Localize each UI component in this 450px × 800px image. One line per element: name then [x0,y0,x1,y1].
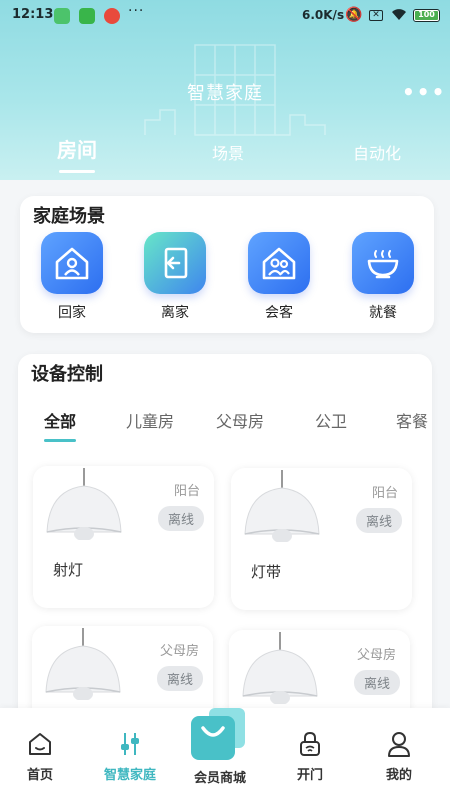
status-badge: 离线 [355,508,402,533]
battery-icon: 100 [413,9,440,22]
bowl-icon [352,232,414,294]
nav-label: 我的 [385,768,412,783]
scene-receive-guests[interactable]: 会客 [247,232,311,322]
home-person-icon [41,232,103,294]
home-scenes-card: 家庭场景 回家 离家 会客 就餐 [20,196,434,333]
room-tab-parents-room[interactable]: 父母房 [216,408,264,432]
battery-level: 100 [415,11,438,20]
mute-icon: 🔕 [345,7,363,23]
device-name: 射灯 [53,561,84,579]
nav-label: 首页 [26,768,53,783]
page-title: 智慧家庭 [187,83,263,104]
wifi-icon [392,9,406,20]
sliders-icon [121,733,139,755]
nav-label: 智慧家庭 [103,768,156,783]
device-card[interactable]: 阳台 离线 射灯 [33,466,214,608]
device-name: 灯带 [251,563,282,581]
scene-come-home[interactable]: 回家 [40,232,104,322]
device-card[interactable]: 阳台 离线 灯带 [231,468,412,610]
more-notifications-icon: ··· [128,3,145,19]
device-room: 阳台 [371,486,398,501]
scene-label: 就餐 [369,305,397,321]
nav-smart-home[interactable]: 智慧家庭 [95,730,165,783]
home-icon [29,733,51,755]
device-room: 阳台 [173,484,200,499]
weibo-app-icon [104,8,120,24]
devices-title: 设备控制 [31,364,103,385]
person-icon [388,732,410,757]
lamp-icon [46,468,122,540]
more-options-button[interactable]: ••• [402,80,446,104]
status-time: 12:13 [12,7,54,22]
network-speed: 6.0K/s [302,8,345,22]
door-exit-icon [144,232,206,294]
status-badge: 离线 [353,670,400,695]
lamp-icon [242,632,318,704]
wechat-app-icon [54,8,70,24]
lock-icon [300,731,320,756]
header: 12:13 ··· 6.0K/s 🔕 ✕ 100 智慧家庭 ••• 房间 场景 … [0,0,450,180]
scene-leave-home[interactable]: 离家 [143,232,207,322]
status-badge: 离线 [157,506,204,531]
room-tab-public-bathroom[interactable]: 公卫 [315,408,347,432]
room-tab-all[interactable]: 全部 [44,408,77,442]
tab-automation[interactable]: 自动化 [353,140,401,164]
nav-label: 开门 [296,768,323,783]
shopping-bag-icon [191,708,245,760]
no-sim-icon: ✕ [369,10,383,21]
tab-scenes[interactable]: 场景 [212,140,244,164]
scene-label: 回家 [58,305,86,321]
room-tab-living-dining[interactable]: 客餐 [396,408,428,432]
lamp-icon [45,628,121,700]
scene-dining[interactable]: 就餐 [351,232,415,322]
nav-home[interactable]: 首页 [5,730,75,783]
lamp-icon [244,470,320,542]
status-bar: 12:13 ··· 6.0K/s 🔕 ✕ 100 [0,0,450,32]
scene-label: 会客 [265,305,293,321]
nav-mine[interactable]: 我的 [364,730,434,783]
status-badge: 离线 [156,666,203,691]
bottom-nav: 首页 智慧家庭 会员商城 开门 我的 [0,708,450,800]
scene-label: 离家 [161,305,189,321]
scenes-title: 家庭场景 [33,206,105,227]
device-room: 父母房 [159,644,199,659]
room-tab-kids-room[interactable]: 儿童房 [126,408,174,432]
send-app-icon [79,8,95,24]
device-control-card: 设备控制 全部 儿童房 父母房 公卫 客餐 阳台 离线 射灯 阳台 离线 灯带 [18,354,432,750]
nav-open-door[interactable]: 开门 [275,730,345,783]
nav-label: 会员商城 [193,771,246,786]
home-guests-icon [248,232,310,294]
device-room: 父母房 [356,648,396,663]
tab-rooms[interactable]: 房间 [57,134,97,173]
